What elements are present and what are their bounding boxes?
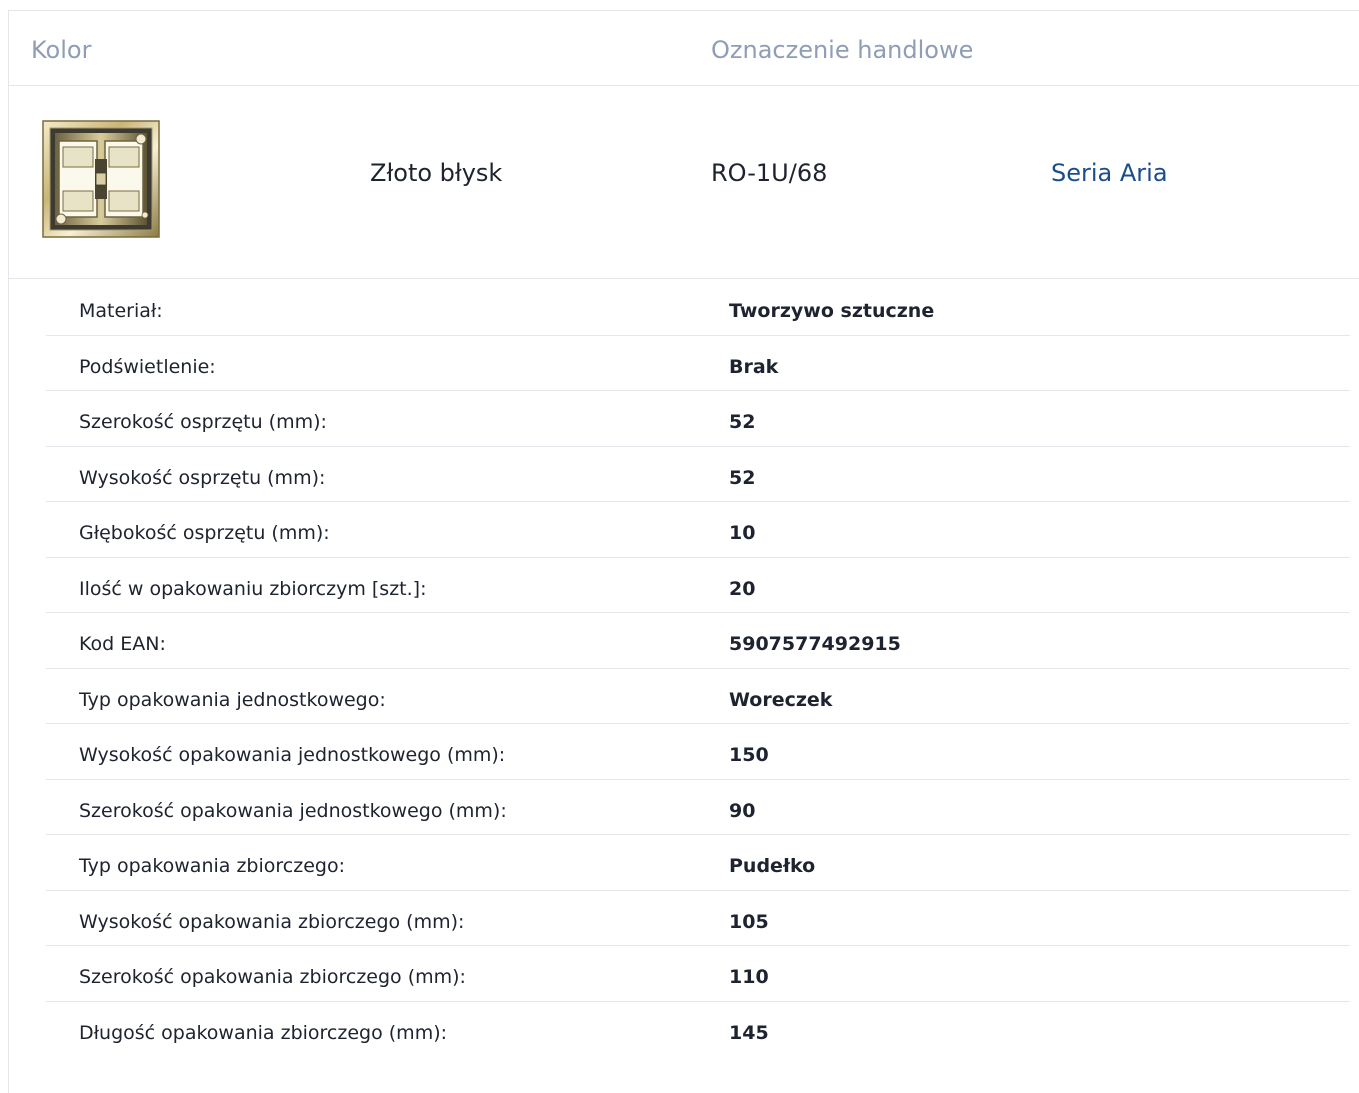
spec-value: Woreczek [729,688,833,711]
spec-value: 105 [729,910,769,933]
spec-value: 52 [729,466,756,489]
spec-label: Typ opakowania zbiorczego: [79,855,345,877]
spec-label: Podświetlenie: [79,355,216,378]
header-oznaczenie-handlowe: Oznaczenie handlowe [711,36,974,64]
spec-value: 10 [729,522,756,544]
table-row: Podświetlenie: Brak [46,336,1350,391]
spec-value: 145 [729,1021,769,1044]
table-row: Szerokość opakowania zbiorczego (mm): 11… [46,946,1350,1002]
spec-value: 150 [729,744,769,766]
table-row: Ilość w opakowaniu zbiorczym [szt.]: 20 [46,558,1350,613]
table-row: Kod EAN: 5907577492915 [46,613,1350,669]
table-row: Szerokość opakowania jednostkowego (mm):… [46,780,1350,835]
series-link[interactable]: Seria Aria [1051,158,1168,188]
spec-value: Brak [729,355,779,378]
spec-value: 5907577492915 [729,633,901,655]
table-row: Szerokość osprzętu (mm): 52 [46,391,1350,447]
table-row: Typ opakowania zbiorczego: Pudełko [46,835,1350,891]
header-kolor: Kolor [31,36,92,64]
table-row: Wysokość opakowania zbiorczego (mm): 105 [46,891,1350,946]
spec-label: Głębokość osprzętu (mm): [79,522,330,544]
spec-value: Tworzywo sztuczne [729,300,935,322]
spec-value: Pudełko [729,855,816,877]
spec-value: 90 [729,799,756,822]
table-row: Wysokość opakowania jednostkowego (mm): … [46,724,1350,780]
product-row: Złoto błysk RO-1U/68 Seria Aria [9,86,1359,279]
spec-label: Kod EAN: [79,633,166,655]
table-row: Długość opakowania zbiorczego (mm): 145 [46,1002,1350,1058]
product-trade-code: RO-1U/68 [711,159,828,187]
spec-label: Szerokość opakowania jednostkowego (mm): [79,799,507,822]
spec-label: Materiał: [79,300,163,322]
table-row: Typ opakowania jednostkowego: Woreczek [46,669,1350,724]
product-variant-panel: Kolor Oznaczenie handlowe Złoto błysk RO… [8,10,1359,1093]
table-header-row: Kolor Oznaczenie handlowe [9,11,1359,86]
spec-label: Wysokość osprzętu (mm): [79,466,326,489]
table-row: Głębokość osprzętu (mm): 10 [46,502,1350,558]
spec-value: 110 [729,966,769,988]
spec-table: Materiał: Tworzywo sztuczne Podświetleni… [46,280,1350,1057]
spec-label: Długość opakowania zbiorczego (mm): [79,1021,448,1044]
spec-label: Szerokość opakowania zbiorczego (mm): [79,966,466,988]
product-color-name: Złoto błysk [370,159,503,187]
spec-label: Typ opakowania jednostkowego: [79,688,386,711]
gold-double-frame-icon [41,119,161,239]
spec-label: Wysokość opakowania zbiorczego (mm): [79,910,465,933]
spec-value: 52 [729,411,756,433]
table-row: Wysokość osprzętu (mm): 52 [46,447,1350,502]
spec-value: 20 [729,577,756,600]
spec-label: Wysokość opakowania jednostkowego (mm): [79,744,506,766]
table-row: Materiał: Tworzywo sztuczne [46,280,1350,336]
spec-label: Szerokość osprzętu (mm): [79,411,327,433]
spec-label: Ilość w opakowaniu zbiorczym [szt.]: [79,577,427,600]
